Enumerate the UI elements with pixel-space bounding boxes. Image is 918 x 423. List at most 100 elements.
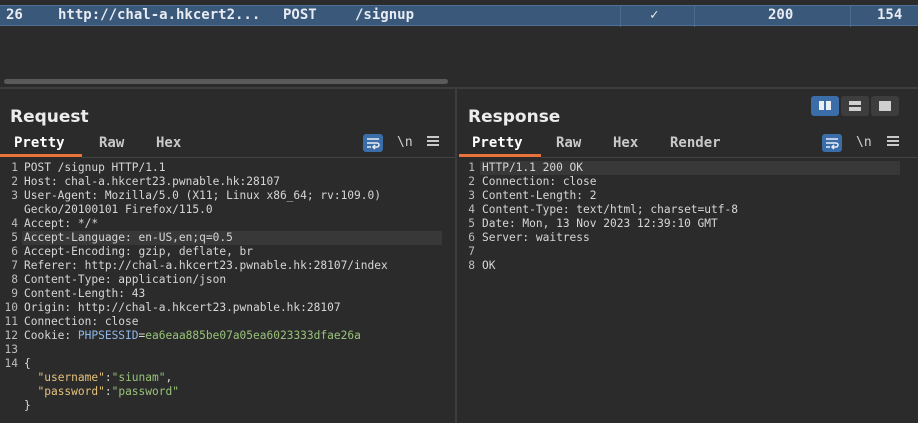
code-token: Connection: close — [24, 315, 139, 328]
code-line: Origin: http://chal-a.hkcert23.pwnable.h… — [24, 301, 341, 315]
code-line: User-Agent: Mozilla/5.0 (X11; Linux x86_… — [24, 189, 381, 203]
line-number: 14 — [4, 357, 18, 370]
hamburger-menu-icon[interactable] — [427, 134, 439, 148]
code-line: Host: chal-a.hkcert23.pwnable.hk:28107 — [24, 175, 280, 189]
active-tab-underline — [0, 154, 82, 157]
request-tab-raw[interactable]: Raw — [99, 135, 124, 151]
code-line: Cookie: PHPSESSID=ea6eaa885be07a05ea6023… — [24, 329, 361, 343]
code-token: , — [165, 371, 173, 384]
newline-toggle-icon[interactable]: \n — [397, 135, 413, 150]
code-line: Server: waitress — [482, 231, 590, 245]
code-line: } — [24, 399, 31, 413]
code-line: Content-Type: application/json — [24, 273, 226, 287]
code-line: Connection: close — [24, 315, 139, 329]
code-token: : — [104, 385, 112, 398]
code-token: "siunam" — [111, 371, 166, 384]
active-tab-underline — [459, 154, 541, 157]
column-divider — [620, 6, 621, 27]
side-by-side-layout-icon[interactable] — [811, 96, 839, 116]
code-token: Accept-Encoding: gzip, deflate, br — [24, 245, 254, 258]
code-token: Content-Length: 43 — [24, 287, 146, 300]
response-tab-raw[interactable]: Raw — [556, 135, 581, 151]
response-tab-render[interactable]: Render — [670, 135, 721, 151]
response-tab-hex[interactable]: Hex — [613, 135, 638, 151]
code-token: OK — [482, 259, 496, 272]
code-line: "password":"password" — [24, 385, 179, 399]
line-number: 10 — [4, 301, 18, 314]
line-number: 3 — [11, 189, 18, 202]
code-token: Referer: http://chal-a.hkcert23.pwnable.… — [24, 259, 388, 272]
newline-toggle-icon[interactable]: \n — [856, 135, 872, 150]
stacked-layout-icon[interactable] — [841, 96, 869, 116]
code-token: Content-Type: application/json — [24, 273, 227, 286]
code-token: Accept: */* — [24, 217, 99, 230]
line-number: 13 — [4, 343, 18, 356]
request-panel: Request Pretty Raw Hex \n 1 POST /signup … — [0, 89, 455, 423]
code-line: Gecko/20100101 Firefox/115.0 — [24, 203, 213, 217]
code-token: Connection: close — [482, 175, 597, 188]
code-token: "username" — [37, 371, 105, 384]
request-title: Request — [10, 107, 89, 127]
line-number: 7 — [468, 245, 475, 258]
code-token: POST /signup HTTP/1.1 — [24, 161, 166, 174]
line-number: 8 — [11, 273, 18, 286]
code-line: Content-Length: 43 — [24, 287, 145, 301]
line-number: 1 — [11, 161, 18, 174]
code-token: } — [24, 399, 31, 412]
http-history-table: 26 http://chal-a.hkcert2... POST /signup… — [0, 0, 918, 88]
code-token: { — [24, 357, 31, 370]
history-cell-host: http://chal-a.hkcert2... — [58, 7, 261, 23]
code-token: : — [104, 371, 112, 384]
history-cell-method: POST — [283, 7, 317, 23]
code-token: Gecko/20100101 Firefox/115.0 — [24, 203, 213, 216]
line-number: 5 — [468, 217, 475, 230]
history-row-selected[interactable]: 26 http://chal-a.hkcert2... POST /signup… — [0, 5, 918, 27]
history-cell-path: /signup — [355, 7, 415, 23]
single-tab-layout-icon[interactable] — [871, 96, 899, 116]
history-cell-edited-check: ✓ — [650, 7, 659, 23]
line-number: 8 — [468, 259, 475, 272]
tabbar-line — [82, 157, 455, 158]
code-token: Cookie: — [24, 329, 78, 342]
request-tab-hex[interactable]: Hex — [156, 135, 181, 151]
line-number: 7 — [11, 259, 18, 272]
code-token: Accept-Language: en-US,en;q=0.5 — [24, 231, 233, 244]
code-line: Accept: */* — [24, 217, 98, 231]
code-token: "password" — [111, 385, 179, 398]
line-number: 2 — [11, 175, 18, 188]
code-line: Content-Length: 2 — [482, 189, 597, 203]
line-number: 12 — [4, 329, 18, 342]
code-token: PHPSESSID — [77, 329, 139, 342]
line-number: 4 — [468, 203, 475, 216]
history-cell-status: 200 — [768, 7, 794, 23]
line-number: 6 — [468, 231, 475, 244]
code-line: Connection: close — [482, 175, 597, 189]
request-tab-pretty[interactable]: Pretty — [14, 135, 65, 151]
word-wrap-icon[interactable] — [363, 134, 383, 152]
code-token: Content-Length: 2 — [482, 189, 597, 202]
layout-toggle-group — [811, 96, 901, 118]
code-token: ea6eaa885be07a05ea6023333dfae26a — [145, 329, 361, 342]
horizontal-scrollbar-thumb[interactable] — [4, 79, 448, 84]
code-token: Server: waitress — [482, 231, 590, 244]
response-tab-pretty[interactable]: Pretty — [472, 135, 523, 151]
code-token: Host: chal-a.hkcert23.pwnable.hk:28107 — [24, 175, 280, 188]
word-wrap-icon[interactable] — [822, 134, 842, 152]
history-cell-id: 26 — [6, 7, 23, 23]
response-title: Response — [468, 107, 561, 127]
code-token: User-Agent: Mozilla/5.0 (X11; Linux x86_… — [24, 189, 381, 202]
line-number: 6 — [11, 245, 18, 258]
line-number: 2 — [468, 175, 475, 188]
code-line: Accept-Language: en-US,en;q=0.5 — [24, 231, 233, 245]
code-line: Referer: http://chal-a.hkcert23.pwnable.… — [24, 259, 388, 273]
line-number: 5 — [11, 231, 18, 244]
hamburger-menu-icon[interactable] — [887, 134, 899, 148]
tabbar-line — [541, 157, 918, 158]
column-divider — [694, 6, 695, 27]
line-number: 9 — [11, 287, 18, 300]
code-line: Content-Type: text/html; charset=utf-8 — [482, 203, 738, 217]
column-divider — [850, 6, 851, 27]
code-token: HTTP/1.1 200 OK — [482, 161, 584, 174]
